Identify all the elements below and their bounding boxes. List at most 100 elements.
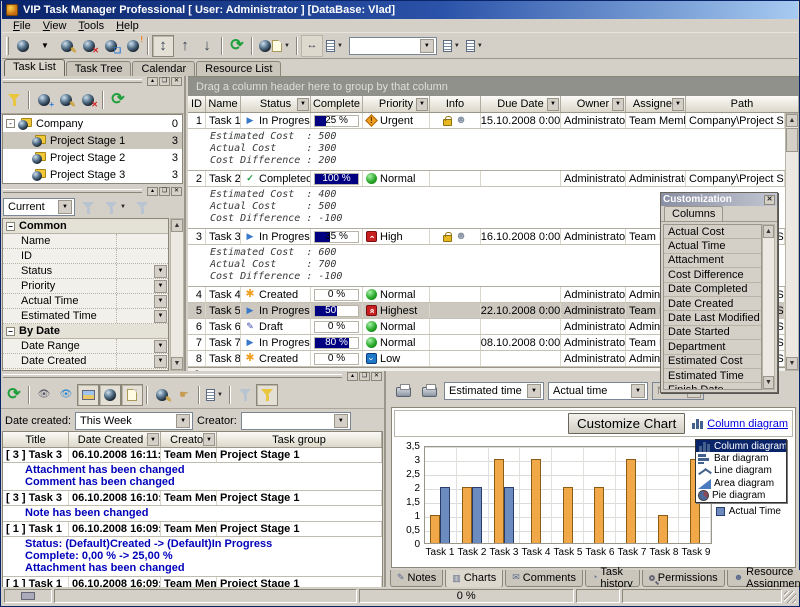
column-option-actual-cost[interactable]: Actual Cost: [664, 225, 761, 239]
filter-field-value[interactable]: [116, 234, 168, 248]
column-filter-icon[interactable]: ▼: [147, 433, 159, 446]
scroll-down-icon[interactable]: ▼: [171, 357, 183, 370]
panel-pin-button[interactable]: ❏: [159, 187, 170, 196]
filter-section-header[interactable]: −By Date: [3, 324, 168, 339]
column-option-attachment[interactable]: Attachment: [664, 254, 761, 268]
series2-combobox[interactable]: Actual time▼: [548, 382, 648, 400]
tab-charts[interactable]: ▥Charts: [445, 570, 503, 588]
tab-resource-assignment[interactable]: ☻Resource Assignment: [727, 570, 800, 587]
scroll-up-icon[interactable]: ▲: [171, 219, 183, 232]
delete-group-button[interactable]: ✕: [77, 89, 99, 111]
edit-note-button[interactable]: ✎: [151, 384, 173, 406]
tree-filter-button[interactable]: [3, 89, 25, 111]
history-row[interactable]: [ 3 ] Task 306.10.2008 16:10:08Team Memb…: [3, 491, 382, 506]
history-column-task-group[interactable]: Task group: [217, 432, 382, 447]
refresh-button[interactable]: ⟳: [226, 35, 248, 57]
menu-file[interactable]: File: [8, 20, 36, 32]
panel-pin-button[interactable]: ❏: [359, 372, 370, 381]
menu-item-pie-diagram[interactable]: Pie diagram: [696, 490, 786, 502]
view-combobox[interactable]: ▼: [349, 37, 437, 55]
combo-arrow-icon[interactable]: ▼: [631, 384, 645, 398]
tab-resource-list[interactable]: Resource List: [196, 61, 281, 76]
column-option-department[interactable]: Department: [664, 340, 761, 354]
column-option-date-completed[interactable]: Date Completed: [664, 283, 761, 297]
group-by-bar[interactable]: Drag a column header here to group by th…: [188, 77, 799, 96]
scroll-down-icon[interactable]: ▼: [763, 376, 774, 389]
column-filter-icon[interactable]: ▼: [612, 98, 624, 111]
combo-arrow-icon[interactable]: ▼: [58, 200, 72, 214]
menu-help[interactable]: Help: [111, 20, 144, 32]
show-projects-button[interactable]: [77, 384, 99, 406]
history-row[interactable]: [ 1 ] Task 106.10.2008 16:09:55Team Memb…: [3, 522, 382, 537]
delete-task-button[interactable]: ✕: [78, 35, 100, 57]
column-header-id[interactable]: ID: [188, 96, 206, 112]
grid-scrollbar[interactable]: ▲ ▼: [785, 113, 799, 371]
filter-row-name[interactable]: Name: [3, 234, 168, 249]
expand-toggle-icon[interactable]: -: [6, 119, 15, 128]
scroll-down-icon[interactable]: ▼: [786, 357, 798, 370]
creator-combobox[interactable]: ▼: [241, 412, 351, 430]
filter-scrollbar[interactable]: ▲ ▼: [170, 218, 184, 371]
filter-field-value[interactable]: ▼: [116, 309, 168, 323]
dropdown-arrow-icon[interactable]: ▼: [154, 280, 167, 293]
menu-view[interactable]: View: [38, 20, 72, 32]
filter-row-date-range[interactable]: Date Range▼: [3, 339, 168, 354]
apply-filter-button[interactable]: [77, 196, 99, 218]
tab-task-history[interactable]: ◔Task history: [585, 570, 640, 587]
menu-tools[interactable]: Tools: [73, 20, 109, 32]
filter-field-value[interactable]: [116, 249, 168, 263]
new-task-button[interactable]: [12, 35, 34, 57]
tab-comments[interactable]: ✉Comments: [505, 570, 583, 587]
column-header-path[interactable]: Path: [686, 96, 799, 112]
column-filter-icon[interactable]: ▼: [672, 98, 684, 111]
filter-row-status[interactable]: Status▼: [3, 264, 168, 279]
column-option-finish-date[interactable]: Finish Date: [664, 383, 761, 390]
dropdown-arrow-icon[interactable]: ▼: [154, 295, 167, 308]
save-filter-button[interactable]: ▼: [101, 196, 129, 218]
duplicate-task-button[interactable]: ❏: [100, 35, 122, 57]
new-task-dropdown[interactable]: ▼: [34, 35, 56, 57]
history-refresh-button[interactable]: ⟳: [3, 384, 25, 406]
show-tasks-button[interactable]: [99, 384, 121, 406]
filter-preset-combobox[interactable]: Current▼: [3, 198, 75, 216]
menu-item-column-diagram[interactable]: Column diagram: [696, 440, 786, 452]
history-panel-splitter[interactable]: ▴ ❏ ✕: [1, 371, 384, 381]
column-option-date-last-modified[interactable]: Date Last Modified: [664, 311, 761, 325]
tab-calendar[interactable]: Calendar: [132, 61, 195, 76]
filter-row-estimated-time[interactable]: Estimated Time▼: [3, 309, 168, 324]
column-option-actual-time[interactable]: Actual Time: [664, 239, 761, 253]
edit-task-button[interactable]: ✎: [56, 35, 78, 57]
panel-close-button[interactable]: ✕: [371, 372, 382, 381]
series1-combobox[interactable]: Estimated time▼: [444, 382, 544, 400]
column-header-name[interactable]: Name: [206, 96, 241, 112]
filter-field-value[interactable]: ▼: [116, 279, 168, 293]
task-row[interactable]: 1Task 1▶In Progress25 %Urgent☻15.10.2008…: [188, 113, 785, 129]
filter-field-value[interactable]: ▼: [116, 294, 168, 308]
task-row[interactable]: 2Task 2✓Completed100 %NormalAdministrato…: [188, 171, 785, 187]
scroll-up-icon[interactable]: ▲: [786, 114, 798, 127]
dropdown-arrow-icon[interactable]: ▼: [154, 265, 167, 278]
date-created-combobox[interactable]: This Week▼: [75, 412, 193, 430]
combo-arrow-icon[interactable]: ▼: [334, 414, 348, 428]
column-option-date-started[interactable]: Date Started: [664, 326, 761, 340]
filter-field-value[interactable]: ▼: [116, 339, 168, 353]
combo-arrow-icon[interactable]: ▼: [527, 384, 541, 398]
panel-close-button[interactable]: ✕: [171, 77, 182, 86]
task-reminder-button[interactable]: !: [122, 35, 144, 57]
filter-panel-splitter[interactable]: ▴ ❏ ✕: [1, 186, 184, 196]
filter-section-header[interactable]: −Common: [3, 219, 168, 234]
tree-item[interactable]: Project Stage 13: [3, 132, 182, 149]
print-preview-button[interactable]: [418, 380, 440, 402]
history-column-title[interactable]: Title: [3, 432, 69, 447]
column-option-date-created[interactable]: Date Created: [664, 297, 761, 311]
panel-collapse-button[interactable]: ▴: [147, 187, 158, 196]
column-header-assigned[interactable]: Assigned▼: [626, 96, 686, 112]
tree-item[interactable]: Project Stage 33: [3, 166, 182, 183]
column-option-estimated-cost[interactable]: Estimated Cost: [664, 355, 761, 369]
column-header-priority[interactable]: Priority▼: [363, 96, 430, 112]
new-group-button[interactable]: +: [33, 89, 55, 111]
column-header-status[interactable]: Status▼: [241, 96, 311, 112]
save-view-button[interactable]: ▼: [440, 35, 463, 57]
resize-grip[interactable]: [784, 591, 796, 603]
filter-row-priority[interactable]: Priority▼: [3, 279, 168, 294]
